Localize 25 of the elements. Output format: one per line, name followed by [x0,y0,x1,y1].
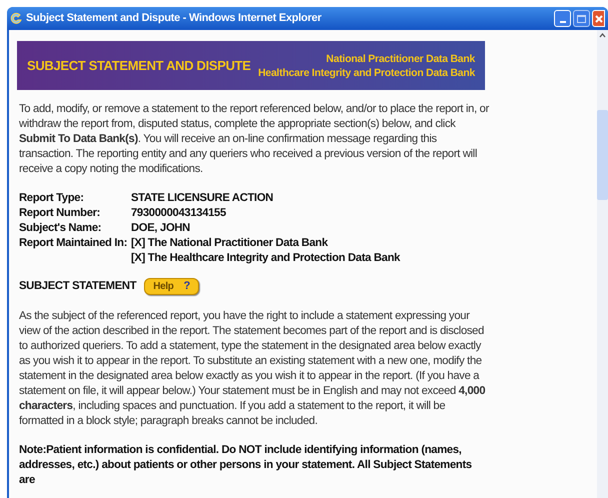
close-button[interactable] [592,10,605,27]
field-label: Subject's Name: [19,221,102,236]
scrollbar[interactable] [597,30,608,498]
banner-subtitle: Healthcare Integrity and Protection Data Bank [258,66,475,80]
banner-title: SUBJECT STATEMENT AND DISPUTE [27,56,251,75]
banner-subtitle: National Practitioner Data Bank [326,52,475,66]
close-icon [594,14,602,22]
field-label: Report Maintained In: [19,236,128,251]
help-button[interactable]: Help ? [144,278,199,295]
field-value: [X] The National Practitioner Data Bank [131,236,329,251]
statement-paragraph: As the subject of the referenced report, you have the right to include a statement expressing your view of the action described in the report. The statement becomes part of the report and is disclosed to authorized queriers. To add a statement, type the statement in the designated area below exactly as you wish it to appear in the report. To substitute an existing statement with a new one, modify the statement in the designated area below exactly as you wish it to appear in the report. (If you have a statement on file, it will appear below.) Your statement must be in English and may not exceed 4,000 characters, including spaces and punctuation. If you add a statement to the report, it will be formatted in a block style; paragraph breaks cannot be included. [19,309,486,429]
maximize-button[interactable] [573,10,590,27]
note-paragraph: Note:Patient information is confidential. Do NOT include identifying information (names, addresses, etc.) about patients or other persons in your statement. All Subject Statements are [19,443,473,488]
field-label: Report Type: [19,191,85,206]
field-value: [X] The Healthcare Integrity and Protection Data Bank [131,251,400,266]
browser-icon [10,12,23,25]
intro-paragraph: To add, modify, or remove a statement to the report referenced below, and/or to place the report in, or withdraw the report from, disputed status, complete the appropriate section(s) below, and click Submit To Data Bank(s). You will receive an on-line confirmation message regarding this transaction. The reporting entity and any queriers who received a previous version of the report will receive a copy noting the modifications. [19,102,489,177]
window-title: Subject Statement and Dispute - Windows Internet Explorer [26,11,322,26]
scroll-thumb[interactable] [597,110,608,200]
field-value: STATE LICENSURE ACTION [131,191,274,206]
field-value: DOE, JOHN [131,221,190,236]
field-label: Report Number: [19,206,102,221]
minimize-button[interactable] [554,10,571,27]
field-value: 7930000043134155 [131,206,226,221]
section-heading: SUBJECT STATEMENT [19,279,136,294]
